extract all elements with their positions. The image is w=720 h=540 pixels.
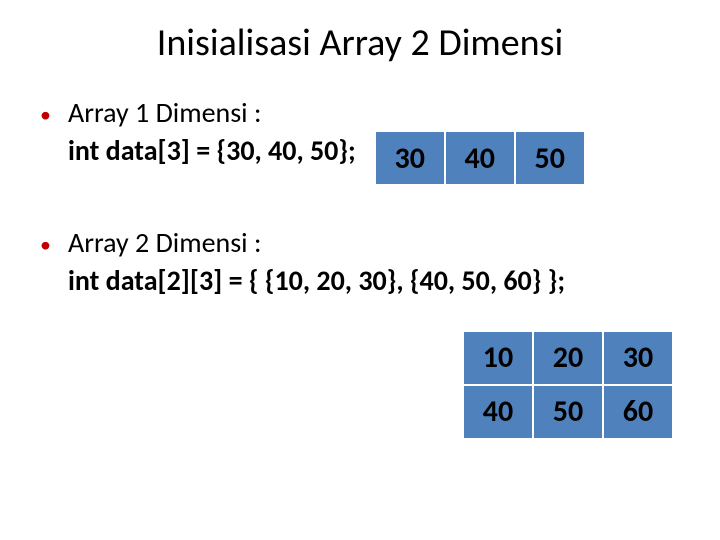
array-cell: 30 — [375, 131, 445, 185]
bullet-1: • Array 1 Dimensi : int data[3] = {30, 4… — [40, 94, 680, 186]
array-cell: 20 — [533, 331, 603, 385]
bullet-marker-icon: • — [40, 230, 54, 260]
bullet-1-code: int data[3] = {30, 40, 50}; — [68, 132, 356, 170]
slide: Inisialisasi Array 2 Dimensi • Array 1 D… — [0, 0, 720, 540]
bullet-2-code: int data[2][3] = { {10, 20, 30}, {40, 50… — [68, 262, 680, 300]
array-cell: 50 — [533, 385, 603, 439]
table-row: 40 50 60 — [463, 385, 673, 439]
bullet-2-heading: Array 2 Dimensi : — [68, 224, 680, 262]
array-cell: 40 — [445, 131, 515, 185]
table-row: 10 20 30 — [463, 331, 673, 385]
array-1d-table: 30 40 50 — [374, 130, 586, 186]
array-2d-table: 10 20 30 40 50 60 — [462, 330, 674, 440]
array-cell: 10 — [463, 331, 533, 385]
array-cell: 30 — [603, 331, 673, 385]
table-row: 30 40 50 — [375, 131, 585, 185]
array-cell: 50 — [515, 131, 585, 185]
bullet-2: • Array 2 Dimensi : int data[2][3] = { {… — [40, 224, 680, 300]
array-cell: 40 — [463, 385, 533, 439]
bullet-1-heading: Array 1 Dimensi : — [68, 94, 356, 132]
array-cell: 60 — [603, 385, 673, 439]
bullet-marker-icon: • — [40, 100, 54, 130]
slide-title: Inisialisasi Array 2 Dimensi — [40, 20, 680, 66]
